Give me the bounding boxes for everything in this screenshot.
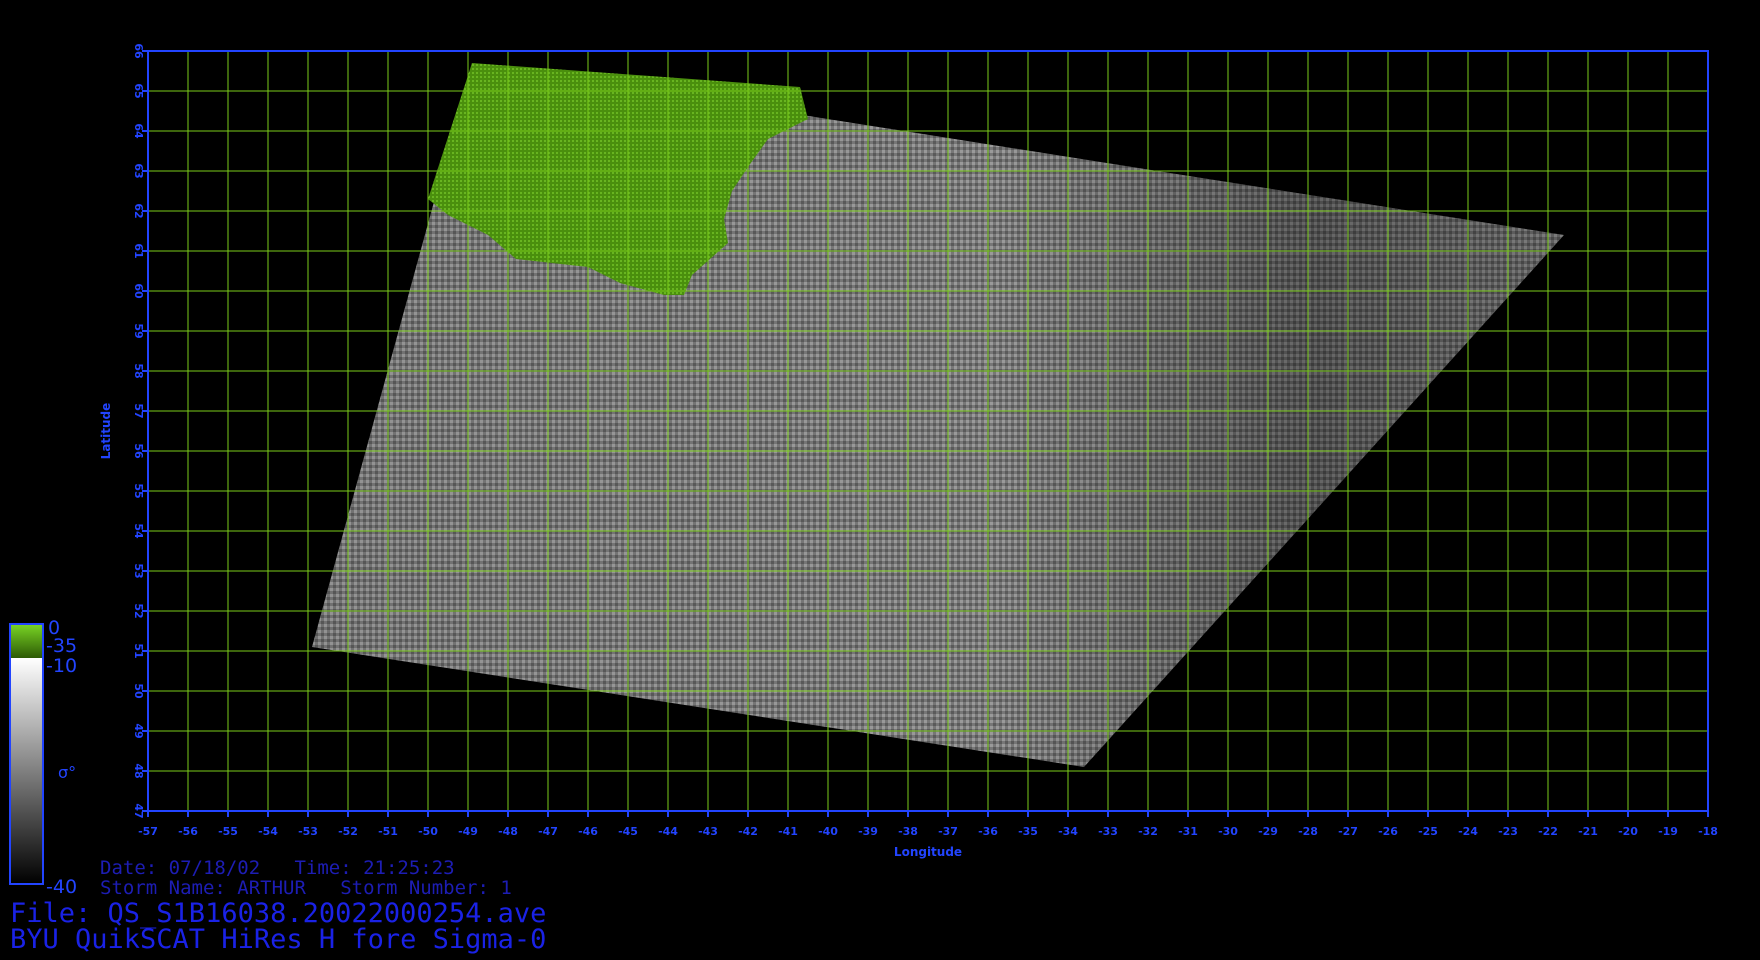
x-tick-label: -42 — [738, 825, 758, 838]
y-tick-label: 55 — [132, 483, 145, 498]
x-tick-label: -43 — [698, 825, 718, 838]
y-tick-label: 62 — [132, 203, 145, 218]
x-tick-label: -23 — [1498, 825, 1518, 838]
x-tick-label: -31 — [1178, 825, 1198, 838]
x-tick-label: -47 — [538, 825, 558, 838]
x-tick-label: -48 — [498, 825, 518, 838]
x-tick-label: -53 — [298, 825, 318, 838]
x-tick-label: -54 — [258, 825, 278, 838]
x-tick-label: -45 — [618, 825, 638, 838]
x-tick-label: -30 — [1218, 825, 1238, 838]
longitude-ticks: -57 -56 -55 -54 -53 -52 -51 -50 -49 -48 -47 -46 -45 -… — [138, 811, 1718, 838]
y-tick-label: 56 — [132, 443, 145, 459]
y-tick-label: 59 — [132, 323, 145, 338]
storm-info-line: Storm Name: ARTHUR Storm Number: 1 — [100, 877, 512, 899]
x-tick-label: -50 — [418, 825, 438, 838]
x-tick-label: -46 — [578, 825, 598, 838]
x-tick-label: -27 — [1338, 825, 1358, 838]
product-title-line: BYU QuikSCAT HiRes H fore Sigma-0 — [10, 924, 547, 955]
x-tick-label: -35 — [1018, 825, 1038, 838]
colorbar-ocean-top-label: -10 — [46, 655, 77, 677]
x-tick-label: -32 — [1138, 825, 1158, 838]
x-tick-label: -25 — [1418, 825, 1438, 838]
y-tick-label: 54 — [132, 523, 145, 539]
x-axis-label: Longitude — [894, 845, 962, 859]
x-tick-label: -19 — [1658, 825, 1678, 838]
x-tick-label: -24 — [1458, 825, 1478, 838]
y-tick-label: 63 — [132, 163, 145, 178]
y-tick-label: 58 — [132, 363, 145, 378]
x-tick-label: -51 — [378, 825, 398, 838]
x-tick-label: -38 — [898, 825, 918, 838]
date-time-line: Date: 07/18/02 Time: 21:25:23 — [100, 857, 455, 879]
colorbar-bottom-label: -40 — [46, 876, 77, 898]
y-tick-label: 50 — [132, 683, 145, 699]
y-tick-label: 53 — [132, 563, 145, 578]
latitude-ticks: 47 48 49 50 51 52 53 54 55 56 57 58 59 60 61 62 63 64 65 66 — [132, 43, 148, 819]
x-tick-label: -36 — [978, 825, 998, 838]
x-tick-label: -49 — [458, 825, 478, 838]
x-tick-label: -52 — [338, 825, 358, 838]
y-tick-label: 48 — [132, 763, 145, 778]
y-tick-label: 52 — [132, 603, 145, 618]
colorbar: 0 -35 -10 -40 σ° — [9, 617, 77, 898]
colorbar-sigma-symbol: σ° — [58, 763, 76, 782]
x-tick-label: -21 — [1578, 825, 1598, 838]
y-tick-label: 51 — [132, 643, 145, 658]
x-tick-label: -56 — [178, 825, 198, 838]
x-tick-label: -57 — [138, 825, 158, 838]
y-tick-label: 64 — [132, 123, 145, 139]
x-tick-label: -40 — [818, 825, 838, 838]
x-tick-label: -44 — [658, 825, 678, 838]
x-tick-label: -41 — [778, 825, 798, 838]
x-tick-label: -26 — [1378, 825, 1398, 838]
x-tick-label: -33 — [1098, 825, 1118, 838]
x-tick-label: -20 — [1618, 825, 1638, 838]
x-tick-label: -39 — [858, 825, 878, 838]
colorbar-land-segment — [10, 624, 43, 658]
x-tick-label: -55 — [218, 825, 238, 838]
y-axis-label: Latitude — [99, 403, 113, 460]
colorbar-ocean-segment — [10, 658, 43, 884]
x-tick-label: -28 — [1298, 825, 1318, 838]
colorbar-land-label: -35 — [46, 635, 77, 657]
x-tick-label: -37 — [938, 825, 958, 838]
x-tick-label: -29 — [1258, 825, 1278, 838]
x-tick-label: -22 — [1538, 825, 1558, 838]
y-tick-label: 61 — [132, 243, 145, 258]
y-tick-label: 60 — [132, 283, 145, 299]
x-tick-label: -18 — [1698, 825, 1718, 838]
sigma0-map: -57 -56 -55 -54 -53 -52 -51 -50 -49 -48 -47 -46 -45 -… — [9, 43, 1718, 898]
y-tick-label: 47 — [132, 803, 145, 818]
y-tick-label: 66 — [132, 43, 145, 59]
y-tick-label: 65 — [132, 83, 145, 98]
y-tick-label: 57 — [132, 403, 145, 418]
x-tick-label: -34 — [1058, 825, 1078, 838]
y-tick-label: 49 — [132, 723, 145, 738]
